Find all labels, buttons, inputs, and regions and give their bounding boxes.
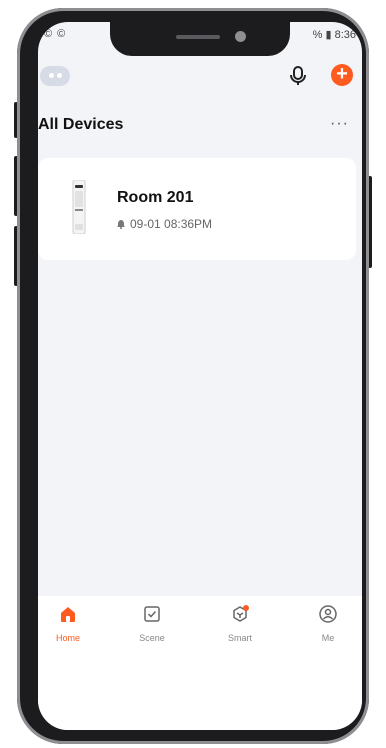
avatar-eye-right xyxy=(57,73,62,78)
home-avatar-button[interactable] xyxy=(40,66,70,86)
bottom-tab-bar: Home Scene Smart Me xyxy=(38,596,362,730)
notch-camera xyxy=(235,31,246,42)
home-icon xyxy=(61,607,75,622)
page-title: All Devices xyxy=(38,116,124,133)
avatar-eye-left xyxy=(49,73,54,78)
door-lock-icon xyxy=(72,180,86,234)
tab-home[interactable]: Home xyxy=(38,604,98,643)
device-card[interactable]: Room 201 09-01 08:36PM xyxy=(38,158,356,260)
tab-smart[interactable]: Smart xyxy=(210,604,270,643)
smart-icon xyxy=(233,605,249,622)
tab-me-label: Me xyxy=(321,633,335,643)
tab-scene-label: Scene xyxy=(139,633,165,643)
app-screen: © © % ▮ 8:36 + All Devices ··· Room 201 … xyxy=(38,22,362,730)
tab-scene[interactable]: Scene xyxy=(122,604,182,643)
scene-icon xyxy=(144,606,160,622)
device-status-time: 09-01 08:36PM xyxy=(130,217,213,231)
device-name: Room 201 xyxy=(117,189,194,206)
more-options-icon[interactable]: ··· xyxy=(330,115,349,133)
me-icon xyxy=(319,605,337,623)
tab-me[interactable]: Me xyxy=(298,604,358,643)
device-status: 09-01 08:36PM xyxy=(117,217,212,231)
bell-icon xyxy=(117,220,125,229)
add-device-button[interactable]: + xyxy=(331,64,353,86)
status-bar-left: © © xyxy=(44,28,67,40)
microphone-icon[interactable] xyxy=(288,65,308,87)
tab-home-label: Home xyxy=(55,633,80,643)
status-bar-right: % ▮ 8:36 xyxy=(312,29,356,41)
tab-smart-label: Smart xyxy=(227,633,252,643)
phone-notch xyxy=(110,22,290,56)
notch-speaker xyxy=(176,35,220,39)
